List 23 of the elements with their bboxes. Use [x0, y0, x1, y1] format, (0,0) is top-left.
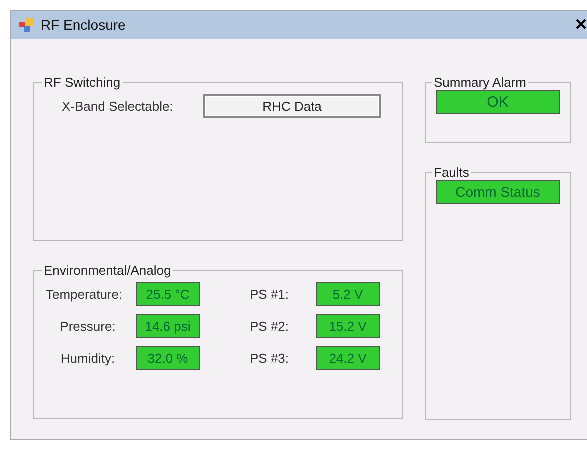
- group-title: Summary Alarm: [433, 75, 528, 90]
- reading-value: 5.2 V: [316, 282, 380, 306]
- app-icon: [19, 18, 35, 32]
- reading-value: 24.2 V: [316, 346, 380, 370]
- reading-label: PS #1:: [250, 286, 290, 302]
- group-title: RF Switching: [43, 75, 122, 90]
- reading-value: 15.2 V: [316, 314, 380, 338]
- reading-label: PS #2:: [250, 318, 290, 334]
- reading-label: Humidity:: [60, 350, 116, 366]
- selection-button[interactable]: RHC Data: [203, 94, 382, 118]
- close-button[interactable]: ×: [573, 14, 587, 36]
- reading-value: 14.6 psi: [136, 314, 200, 338]
- alarm-indicator: OK: [436, 90, 560, 114]
- reading-label: Pressure:: [59, 318, 117, 334]
- reading-value: 25.5 °C: [136, 282, 200, 306]
- reading-value: 32.0 %: [136, 346, 200, 370]
- window-title: RF Enclosure: [41, 17, 127, 33]
- reading-label: PS #3:: [250, 350, 290, 366]
- group-title: Environmental/Analog: [43, 263, 172, 278]
- fault-indicator: Comm Status: [436, 180, 560, 204]
- group-title: Faults: [433, 165, 470, 180]
- reading-label: Temperature:: [46, 286, 124, 302]
- field-label: X-Band Selectable:: [62, 98, 174, 114]
